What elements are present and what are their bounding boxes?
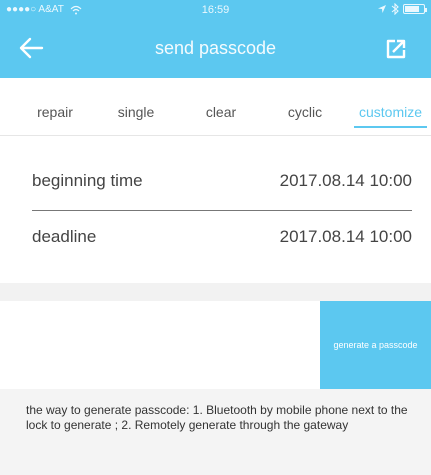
tab-single[interactable]: single bbox=[114, 104, 158, 126]
bluetooth-icon bbox=[391, 3, 399, 15]
location-icon bbox=[378, 5, 386, 13]
tab-customize[interactable]: customize bbox=[354, 104, 427, 128]
status-time: 16:59 bbox=[201, 4, 230, 16]
beginning-time-row[interactable]: beginning time 2017.08.14 10:00 bbox=[32, 156, 412, 206]
deadline-value[interactable]: 2017.08.14 10:00 bbox=[280, 227, 412, 247]
tab-cyclic[interactable]: cyclic bbox=[283, 104, 327, 126]
deadline-label: deadline bbox=[32, 227, 97, 246]
nav-bar: send passcode bbox=[0, 26, 431, 74]
instructions-text: the way to generate passcode: 1. Bluetoo… bbox=[26, 403, 408, 432]
field-divider bbox=[32, 210, 412, 211]
deadline-row[interactable]: deadline 2017.08.14 10:00 bbox=[32, 212, 412, 262]
page-title: send passcode bbox=[154, 38, 277, 58]
beginning-time-label: beginning time bbox=[32, 171, 143, 190]
beginning-time-value[interactable]: 2017.08.14 10:00 bbox=[280, 171, 412, 191]
export-button[interactable] bbox=[385, 38, 409, 62]
section-separator bbox=[0, 283, 431, 301]
mode-tabs: repair single clear cyclic customize bbox=[0, 88, 431, 136]
tab-repair[interactable]: repair bbox=[34, 104, 76, 126]
battery-icon bbox=[403, 4, 427, 14]
tab-clear[interactable]: clear bbox=[203, 104, 239, 126]
instructions-panel: the way to generate passcode: 1. Bluetoo… bbox=[0, 389, 431, 475]
export-icon bbox=[386, 39, 406, 59]
battery-level bbox=[405, 6, 420, 12]
generate-passcode-button[interactable]: generate a passcode bbox=[320, 301, 431, 389]
status-bar: ●●●●○ A&AT 16:59 bbox=[0, 0, 431, 20]
app-header: ●●●●○ A&AT 16:59 send passcode bbox=[0, 0, 431, 78]
status-right bbox=[377, 3, 427, 15]
